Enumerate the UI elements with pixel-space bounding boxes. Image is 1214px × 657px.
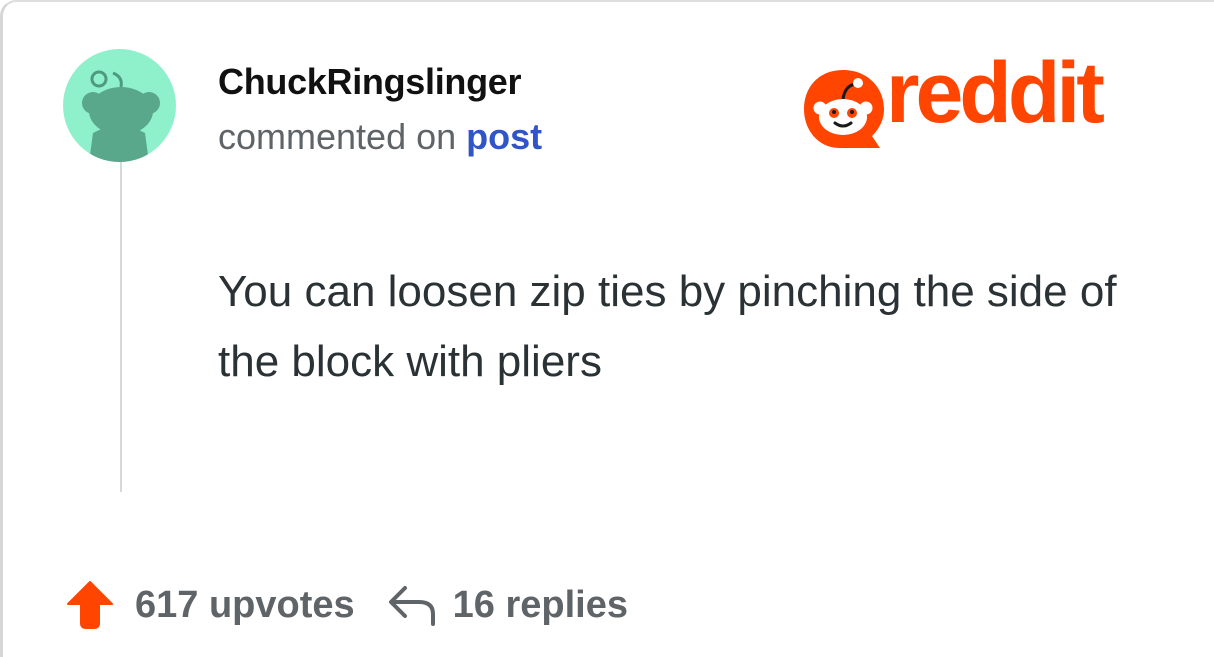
- username[interactable]: ChuckRingslinger: [218, 61, 522, 103]
- thread-line: [120, 162, 122, 492]
- action-text: commented on: [218, 116, 457, 157]
- comment-footer: 617 upvotes 16 replies: [65, 577, 628, 633]
- reply-arrow-icon[interactable]: [385, 582, 439, 628]
- reddit-wordmark: reddit: [886, 45, 1105, 141]
- post-link[interactable]: post: [466, 116, 542, 157]
- reddit-snoo-icon: [804, 70, 884, 148]
- reply-count[interactable]: 16 replies: [453, 584, 628, 627]
- snoo-avatar-icon[interactable]: [63, 49, 176, 162]
- upvote-count: 617 upvotes: [135, 583, 355, 626]
- comment-meta: commented on post: [218, 116, 542, 158]
- avatar-figure: [82, 70, 160, 162]
- comment-body: You can loosen zip ties by pinching the …: [218, 267, 1117, 386]
- upvote-arrow-icon[interactable]: [65, 579, 115, 631]
- comment-card: ChuckRingslinger commented on post reddi…: [0, 0, 1214, 657]
- reddit-logo: reddit: [800, 50, 1170, 154]
